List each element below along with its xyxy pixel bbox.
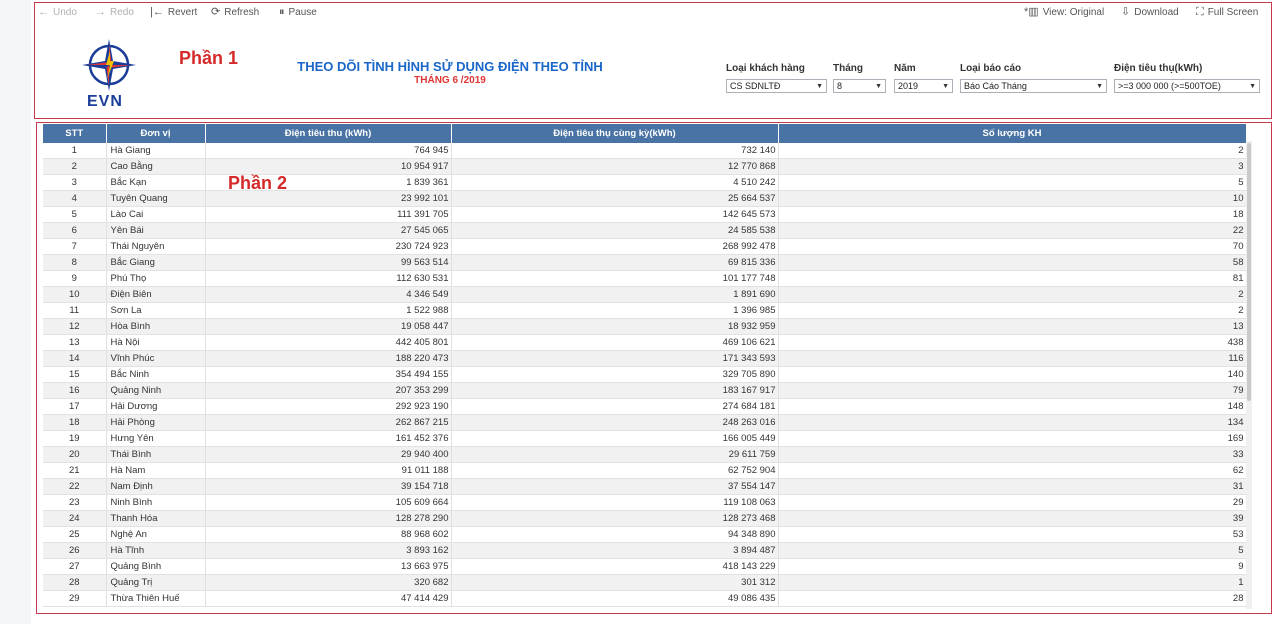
part1-highlight-box [34,2,1272,119]
part2-highlight-box [36,122,1272,614]
part2-annotation: Phần 2 [228,173,288,193]
